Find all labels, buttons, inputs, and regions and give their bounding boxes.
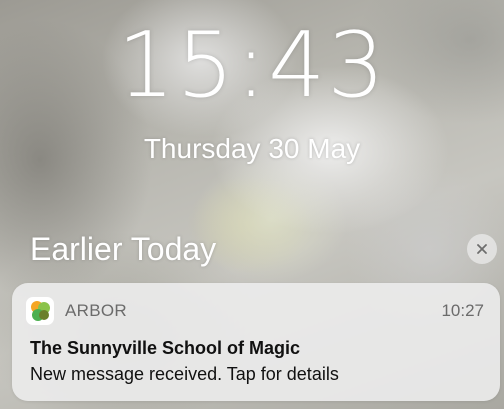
lock-screen: 15:43 Thursday 30 May Earlier Today ARBO… (0, 0, 504, 409)
notification-body: New message received. Tap for details (30, 364, 339, 384)
notification-app-name: ARBOR (65, 301, 127, 320)
lock-screen-clock: 15:43 (117, 13, 387, 118)
notification-card[interactable]: ARBOR 10:27 The Sunnyville School of Mag… (12, 283, 500, 401)
close-icon (477, 244, 487, 254)
arbor-app-icon (26, 297, 54, 325)
notification-title: The Sunnyville School of Magic (30, 338, 301, 358)
notification-time: 10:27 (441, 301, 484, 320)
clear-notifications-button[interactable] (467, 234, 497, 264)
lock-screen-date: Thursday 30 May (143, 133, 361, 164)
notification-section-title: Earlier Today (30, 231, 217, 267)
